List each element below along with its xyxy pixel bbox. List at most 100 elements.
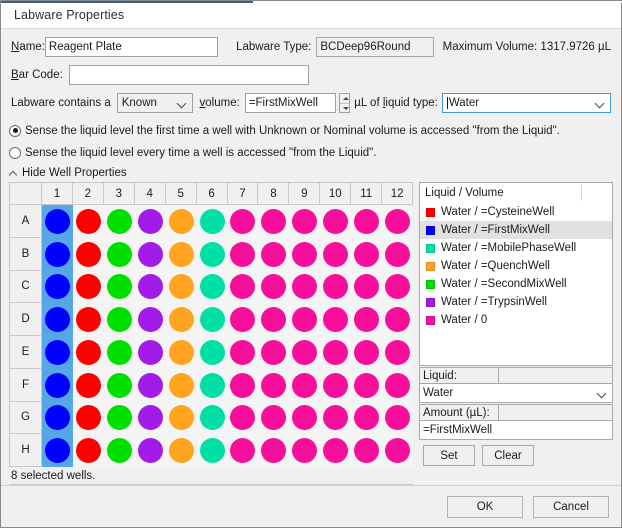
plate-well-A8[interactable] — [258, 205, 290, 238]
plate-well-A11[interactable] — [351, 205, 383, 238]
plate-well-F9[interactable] — [289, 368, 321, 402]
plate-well-C12[interactable] — [382, 270, 414, 304]
plate-well-A9[interactable] — [289, 205, 321, 238]
plate-well-F7[interactable] — [227, 368, 259, 402]
plate-well-G3[interactable] — [103, 401, 135, 435]
plate-well-B9[interactable] — [289, 237, 321, 271]
plate-well-H1[interactable] — [42, 434, 73, 467]
plate-row-header-H[interactable]: H — [10, 434, 42, 467]
plate-well-C5[interactable] — [165, 270, 197, 304]
liquid-list-item[interactable]: Water / =TrypsinWell — [420, 293, 612, 311]
plate-well-G8[interactable] — [258, 401, 290, 435]
set-button[interactable]: Set — [423, 445, 475, 466]
volume-input[interactable]: =FirstMixWell — [244, 93, 336, 113]
sense-option-2-row[interactable]: Sense the liquid level every time a well… — [1, 143, 621, 162]
plate-well-E5[interactable] — [165, 336, 197, 369]
plate-well-H6[interactable] — [196, 434, 228, 467]
plate-grid[interactable]: 1 2 3 4 5 6 7 8 9 10 11 12 ABCDEFGH — [9, 182, 414, 467]
plate-well-H8[interactable] — [258, 434, 290, 467]
stepper-down-icon[interactable] — [340, 104, 350, 113]
plate-column-header-4[interactable]: 4 — [134, 183, 166, 205]
plate-well-A3[interactable] — [103, 205, 135, 238]
plate-well-B8[interactable] — [258, 237, 290, 271]
liquid-volume-list[interactable]: Liquid / Volume Water / =CysteineWell Wat… — [419, 182, 613, 366]
clear-button[interactable]: Clear — [482, 445, 534, 466]
plate-well-D7[interactable] — [227, 303, 259, 336]
sense-option-2-radio[interactable] — [9, 146, 21, 159]
plate-column-header-12[interactable]: 12 — [382, 183, 414, 205]
plate-well-C10[interactable] — [320, 270, 352, 304]
plate-well-E12[interactable] — [382, 336, 414, 369]
plate-well-E9[interactable] — [289, 336, 321, 369]
plate-well-C3[interactable] — [103, 270, 135, 304]
plate-row-header-B[interactable]: B — [10, 237, 42, 271]
plate-well-B11[interactable] — [351, 237, 383, 271]
liquid-list-item[interactable]: Water / =FirstMixWell — [420, 221, 612, 239]
plate-row-header-C[interactable]: C — [10, 270, 42, 304]
plate-well-F1[interactable] — [42, 368, 73, 402]
plate-well-D12[interactable] — [382, 303, 414, 336]
plate-well-C4[interactable] — [134, 270, 166, 304]
plate-well-F12[interactable] — [382, 368, 414, 402]
plate-well-B10[interactable] — [320, 237, 352, 271]
sense-option-1-radio[interactable] — [9, 124, 21, 137]
plate-well-E1[interactable] — [42, 336, 73, 369]
volume-kind-select[interactable]: Known — [116, 93, 193, 113]
plate-well-H4[interactable] — [134, 434, 166, 467]
plate-row-header-D[interactable]: D — [10, 303, 42, 336]
plate-well-C2[interactable] — [72, 270, 104, 304]
plate-column-header-1[interactable]: 1 — [42, 183, 73, 205]
plate-well-D6[interactable] — [196, 303, 228, 336]
cancel-button[interactable]: Cancel — [533, 495, 609, 518]
plate-row-header-E[interactable]: E — [10, 336, 42, 369]
plate-well-G5[interactable] — [165, 401, 197, 435]
plate-column-header-5[interactable]: 5 — [165, 183, 197, 205]
plate-row-header-A[interactable]: A — [10, 205, 42, 238]
hide-well-properties-toggle[interactable]: Hide Well Properties — [1, 164, 621, 182]
plate-well-E2[interactable] — [72, 336, 104, 369]
liquid-list-item[interactable]: Water / =CysteineWell — [420, 203, 612, 221]
plate-column-header-9[interactable]: 9 — [289, 183, 321, 205]
plate-well-B2[interactable] — [72, 237, 104, 271]
labware-type-input[interactable]: BCDeep96Round — [316, 37, 434, 57]
sense-option-1-row[interactable]: Sense the liquid level the first time a … — [1, 121, 621, 140]
plate-well-F10[interactable] — [320, 368, 352, 402]
plate-well-D4[interactable] — [134, 303, 166, 336]
plate-well-F8[interactable] — [258, 368, 290, 402]
liquid-list-item[interactable]: Water / =SecondMixWell — [420, 275, 612, 293]
plate-well-C11[interactable] — [351, 270, 383, 304]
plate-well-F6[interactable] — [196, 368, 228, 402]
plate-well-E10[interactable] — [320, 336, 352, 369]
amount-field-input[interactable]: =FirstMixWell — [419, 421, 613, 440]
plate-well-E3[interactable] — [103, 336, 135, 369]
plate-well-E6[interactable] — [196, 336, 228, 369]
plate-well-D11[interactable] — [351, 303, 383, 336]
plate-well-B7[interactable] — [227, 237, 259, 271]
plate-well-H3[interactable] — [103, 434, 135, 467]
plate-row-header-F[interactable]: F — [10, 368, 42, 402]
liquid-type-select[interactable]: Water — [441, 93, 611, 113]
plate-well-H12[interactable] — [382, 434, 414, 467]
plate-column-header-8[interactable]: 8 — [258, 183, 290, 205]
stepper-up-icon[interactable] — [339, 94, 350, 104]
plate-well-G12[interactable] — [382, 401, 414, 435]
plate-well-H10[interactable] — [320, 434, 352, 467]
plate-well-E8[interactable] — [258, 336, 290, 369]
plate-well-H11[interactable] — [351, 434, 383, 467]
plate-well-H2[interactable] — [72, 434, 104, 467]
plate-well-F5[interactable] — [165, 368, 197, 402]
plate-well-D2[interactable] — [72, 303, 104, 336]
volume-stepper[interactable] — [338, 93, 351, 113]
plate-well-B12[interactable] — [382, 237, 414, 271]
plate-well-B1[interactable] — [42, 237, 73, 271]
plate-well-C1[interactable] — [42, 270, 73, 304]
plate-well-A4[interactable] — [134, 205, 166, 238]
plate-well-D8[interactable] — [258, 303, 290, 336]
plate-well-G6[interactable] — [196, 401, 228, 435]
plate-well-B4[interactable] — [134, 237, 166, 271]
plate-well-E4[interactable] — [134, 336, 166, 369]
plate-well-H5[interactable] — [165, 434, 197, 467]
liquid-field-select[interactable]: Water — [419, 384, 613, 403]
plate-well-C6[interactable] — [196, 270, 228, 304]
plate-well-A5[interactable] — [165, 205, 197, 238]
